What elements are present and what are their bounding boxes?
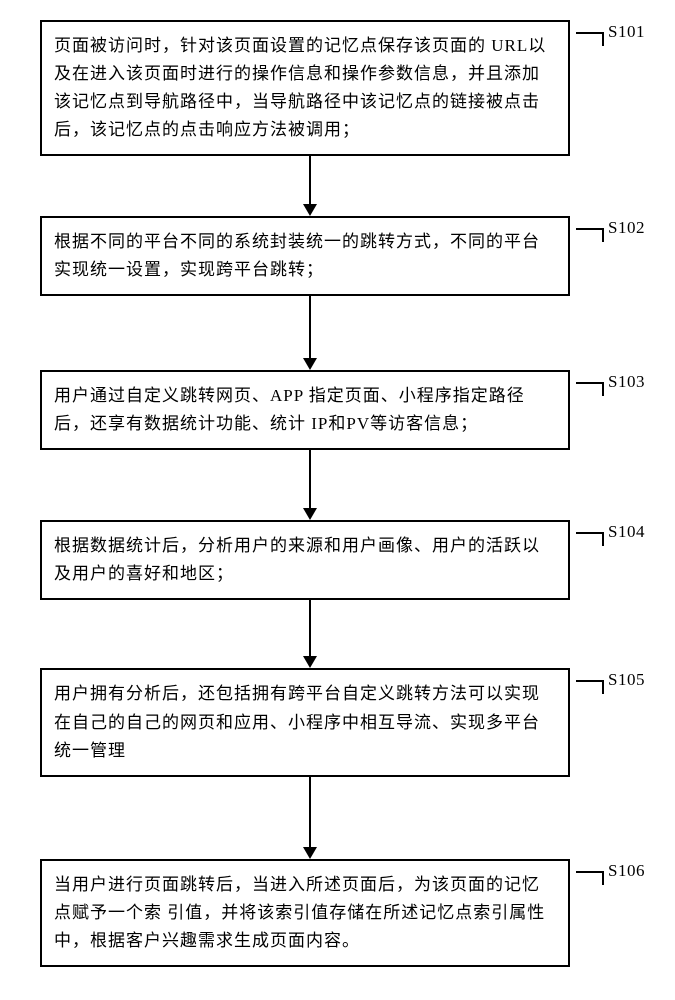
flow-step: 当用户进行页面跳转后，当进入所述页面后，为该页面的记忆点赋予一个索 引值，并将该… (40, 859, 645, 967)
step-label-wrap: S105 (576, 670, 645, 694)
arrow-line (309, 156, 311, 204)
step-label-wrap: S106 (576, 861, 645, 885)
leader-line (576, 382, 604, 396)
leader-line (576, 228, 604, 242)
step-box: 页面被访问时，针对该页面设置的记忆点保存该页面的 URL以及在进入该页面时进行的… (40, 20, 570, 156)
arrow-head-icon (303, 847, 317, 859)
flow-step: 用户拥有分析后，还包括拥有跨平台自定义跳转方法可以实现在自己的自己的网页和应用、… (40, 668, 645, 776)
leader-line (576, 680, 604, 694)
arrow (40, 296, 645, 370)
step-label: S106 (608, 861, 645, 881)
step-label-wrap: S102 (576, 218, 645, 242)
step-label-wrap: S103 (576, 372, 645, 396)
arrow-line (309, 777, 311, 847)
arrow-line (309, 296, 311, 358)
flow-step: 根据不同的平台不同的系统封装统一的跳转方式，不同的平台实现统一设置，实现跨平台跳… (40, 216, 645, 296)
flowchart: 页面被访问时，针对该页面设置的记忆点保存该页面的 URL以及在进入该页面时进行的… (40, 20, 645, 967)
arrow-head-icon (303, 508, 317, 520)
arrow-head-icon (303, 656, 317, 668)
arrow (40, 600, 645, 668)
arrow (40, 777, 645, 859)
step-box: 用户拥有分析后，还包括拥有跨平台自定义跳转方法可以实现在自己的自己的网页和应用、… (40, 668, 570, 776)
step-label: S104 (608, 522, 645, 542)
arrow (40, 450, 645, 520)
arrow-head-icon (303, 358, 317, 370)
leader-line (576, 32, 604, 46)
step-box: 根据不同的平台不同的系统封装统一的跳转方式，不同的平台实现统一设置，实现跨平台跳… (40, 216, 570, 296)
step-box: 当用户进行页面跳转后，当进入所述页面后，为该页面的记忆点赋予一个索 引值，并将该… (40, 859, 570, 967)
step-label: S105 (608, 670, 645, 690)
leader-line (576, 871, 604, 885)
arrow (40, 156, 645, 216)
leader-line (576, 532, 604, 546)
step-label: S101 (608, 22, 645, 42)
arrow-line (309, 450, 311, 508)
step-label: S102 (608, 218, 645, 238)
flow-step: 页面被访问时，针对该页面设置的记忆点保存该页面的 URL以及在进入该页面时进行的… (40, 20, 645, 156)
arrow-line (309, 600, 311, 656)
flow-step: 根据数据统计后，分析用户的来源和用户画像、用户的活跃以及用户的喜好和地区； S10… (40, 520, 645, 600)
step-box: 根据数据统计后，分析用户的来源和用户画像、用户的活跃以及用户的喜好和地区； (40, 520, 570, 600)
step-label: S103 (608, 372, 645, 392)
step-label-wrap: S104 (576, 522, 645, 546)
step-label-wrap: S101 (576, 22, 645, 46)
flow-step: 用户通过自定义跳转网页、APP 指定页面、小程序指定路径后，还享有数据统计功能、… (40, 370, 645, 450)
step-box: 用户通过自定义跳转网页、APP 指定页面、小程序指定路径后，还享有数据统计功能、… (40, 370, 570, 450)
arrow-head-icon (303, 204, 317, 216)
